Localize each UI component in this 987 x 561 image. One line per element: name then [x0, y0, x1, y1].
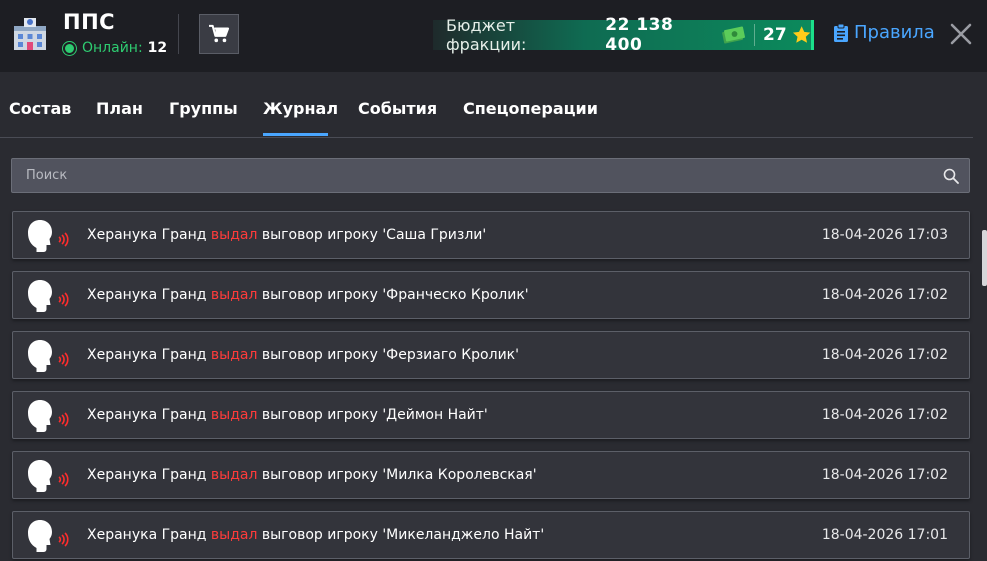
log-timestamp: 18-04-2026 17:02: [821, 347, 948, 363]
log-actor: Херанука Гранд: [87, 287, 207, 303]
speaking-head-icon: [28, 340, 69, 372]
close-icon[interactable]: [949, 22, 973, 46]
tab-special-operations[interactable]: Спецоперации: [463, 99, 598, 118]
tab-journal[interactable]: Журнал: [263, 99, 338, 118]
online-count: 12: [147, 40, 168, 56]
search-input[interactable]: [12, 159, 932, 192]
log-actor: Херанука Гранд: [87, 467, 207, 483]
budget-value: 22 138 400: [605, 15, 674, 55]
tab-sostav[interactable]: Состав: [9, 99, 71, 118]
active-tab-indicator: [263, 133, 328, 136]
log-message: Херанука Гранд выдал выговор игроку 'Мик…: [87, 527, 544, 543]
log-timestamp: 18-04-2026 17:02: [821, 467, 948, 483]
log-message: Херанука Гранд выдал выговор игроку 'Саш…: [87, 227, 486, 243]
log-action: выдал: [210, 467, 258, 483]
money-icon: [722, 26, 745, 44]
log-timestamp: 18-04-2026 17:03: [821, 227, 948, 243]
online-status: Онлайн: 12: [63, 40, 167, 56]
log-details: выговор игроку 'Деймон Найт': [261, 407, 488, 423]
log-action: выдал: [210, 287, 258, 303]
document-icon: [834, 23, 848, 42]
log-action: выдал: [210, 527, 258, 543]
tab-events[interactable]: События: [358, 99, 437, 118]
budget-divider: [754, 24, 756, 46]
online-dot-icon: [63, 41, 76, 55]
log-message: Херанука Гранд выдал выговор игроку 'Фер…: [87, 347, 519, 363]
speaking-head-icon: [28, 460, 69, 492]
log-timestamp: 18-04-2026 17:01: [821, 527, 948, 543]
log-details: выговор игроку 'Саша Гризли': [261, 227, 487, 243]
log-action: выдал: [210, 407, 258, 423]
faction-name: ППС: [63, 10, 116, 34]
log-message: Херанука Гранд выдал выговор игроку 'Мил…: [87, 467, 537, 483]
log-details: выговор игроку 'Ферзиаго Кролик': [261, 347, 519, 363]
rules-link[interactable]: Правила: [834, 22, 935, 43]
star-icon: [792, 26, 811, 43]
list-item: Херанука Гранд выдал выговор игроку 'Мил…: [12, 451, 970, 499]
list-item: Херанука Гранд выдал выговор игроку 'Дей…: [12, 391, 970, 439]
speaking-head-icon: [28, 280, 69, 312]
search-icon[interactable]: [943, 168, 959, 184]
log-message: Херанука Гранд выдал выговор игроку 'Фра…: [87, 287, 529, 303]
log-timestamp: 18-04-2026 17:02: [821, 287, 948, 303]
list-item: Херанука Гранд выдал выговор игроку 'Фер…: [12, 331, 970, 379]
list-item: Херанука Гранд выдал выговор игроку 'Фра…: [12, 271, 970, 319]
scrollbar-thumb[interactable]: [982, 230, 987, 286]
log-message: Херанука Гранд выдал выговор игроку 'Дей…: [87, 407, 488, 423]
tab-bar: Состав План Группы Журнал События Спецоп…: [0, 72, 973, 138]
log-action: выдал: [210, 347, 258, 363]
tab-plan[interactable]: План: [96, 99, 143, 118]
budget-label: Бюджет фракции:: [446, 16, 527, 54]
log-actor: Херанука Гранд: [87, 407, 207, 423]
cart-icon: [209, 24, 230, 43]
online-label: Онлайн:: [82, 40, 143, 56]
police-building-icon: [14, 18, 46, 50]
log-actor: Херанука Гранд: [87, 227, 207, 243]
header: ППС Онлайн: 12 Бюджет фракции: 22 138 40…: [0, 0, 987, 72]
rules-label: Правила: [854, 22, 935, 43]
header-divider: [178, 14, 179, 54]
log-actor: Херанука Гранд: [87, 347, 207, 363]
cart-button[interactable]: [199, 14, 239, 54]
speaking-head-icon: [28, 220, 69, 252]
log-details: выговор игроку 'Милка Королевская': [261, 467, 537, 483]
log-details: выговор игроку 'Франческо Кролик': [261, 287, 529, 303]
list-item: Херанука Гранд выдал выговор игроку 'Саш…: [12, 211, 970, 259]
list-item: Херанука Гранд выдал выговор игроку 'Мик…: [12, 511, 970, 559]
search-box: [11, 158, 970, 193]
faction-budget: Бюджет фракции: 22 138 400 27: [433, 15, 814, 55]
tab-groups[interactable]: Группы: [169, 99, 238, 118]
speaking-head-icon: [28, 520, 69, 552]
stars-value: 27: [763, 25, 787, 45]
log-timestamp: 18-04-2026 17:02: [821, 407, 948, 423]
log-actor: Херанука Гранд: [87, 527, 207, 543]
log-action: выдал: [210, 227, 258, 243]
log-details: выговор игроку 'Микеланджело Найт': [261, 527, 545, 543]
speaking-head-icon: [28, 400, 69, 432]
